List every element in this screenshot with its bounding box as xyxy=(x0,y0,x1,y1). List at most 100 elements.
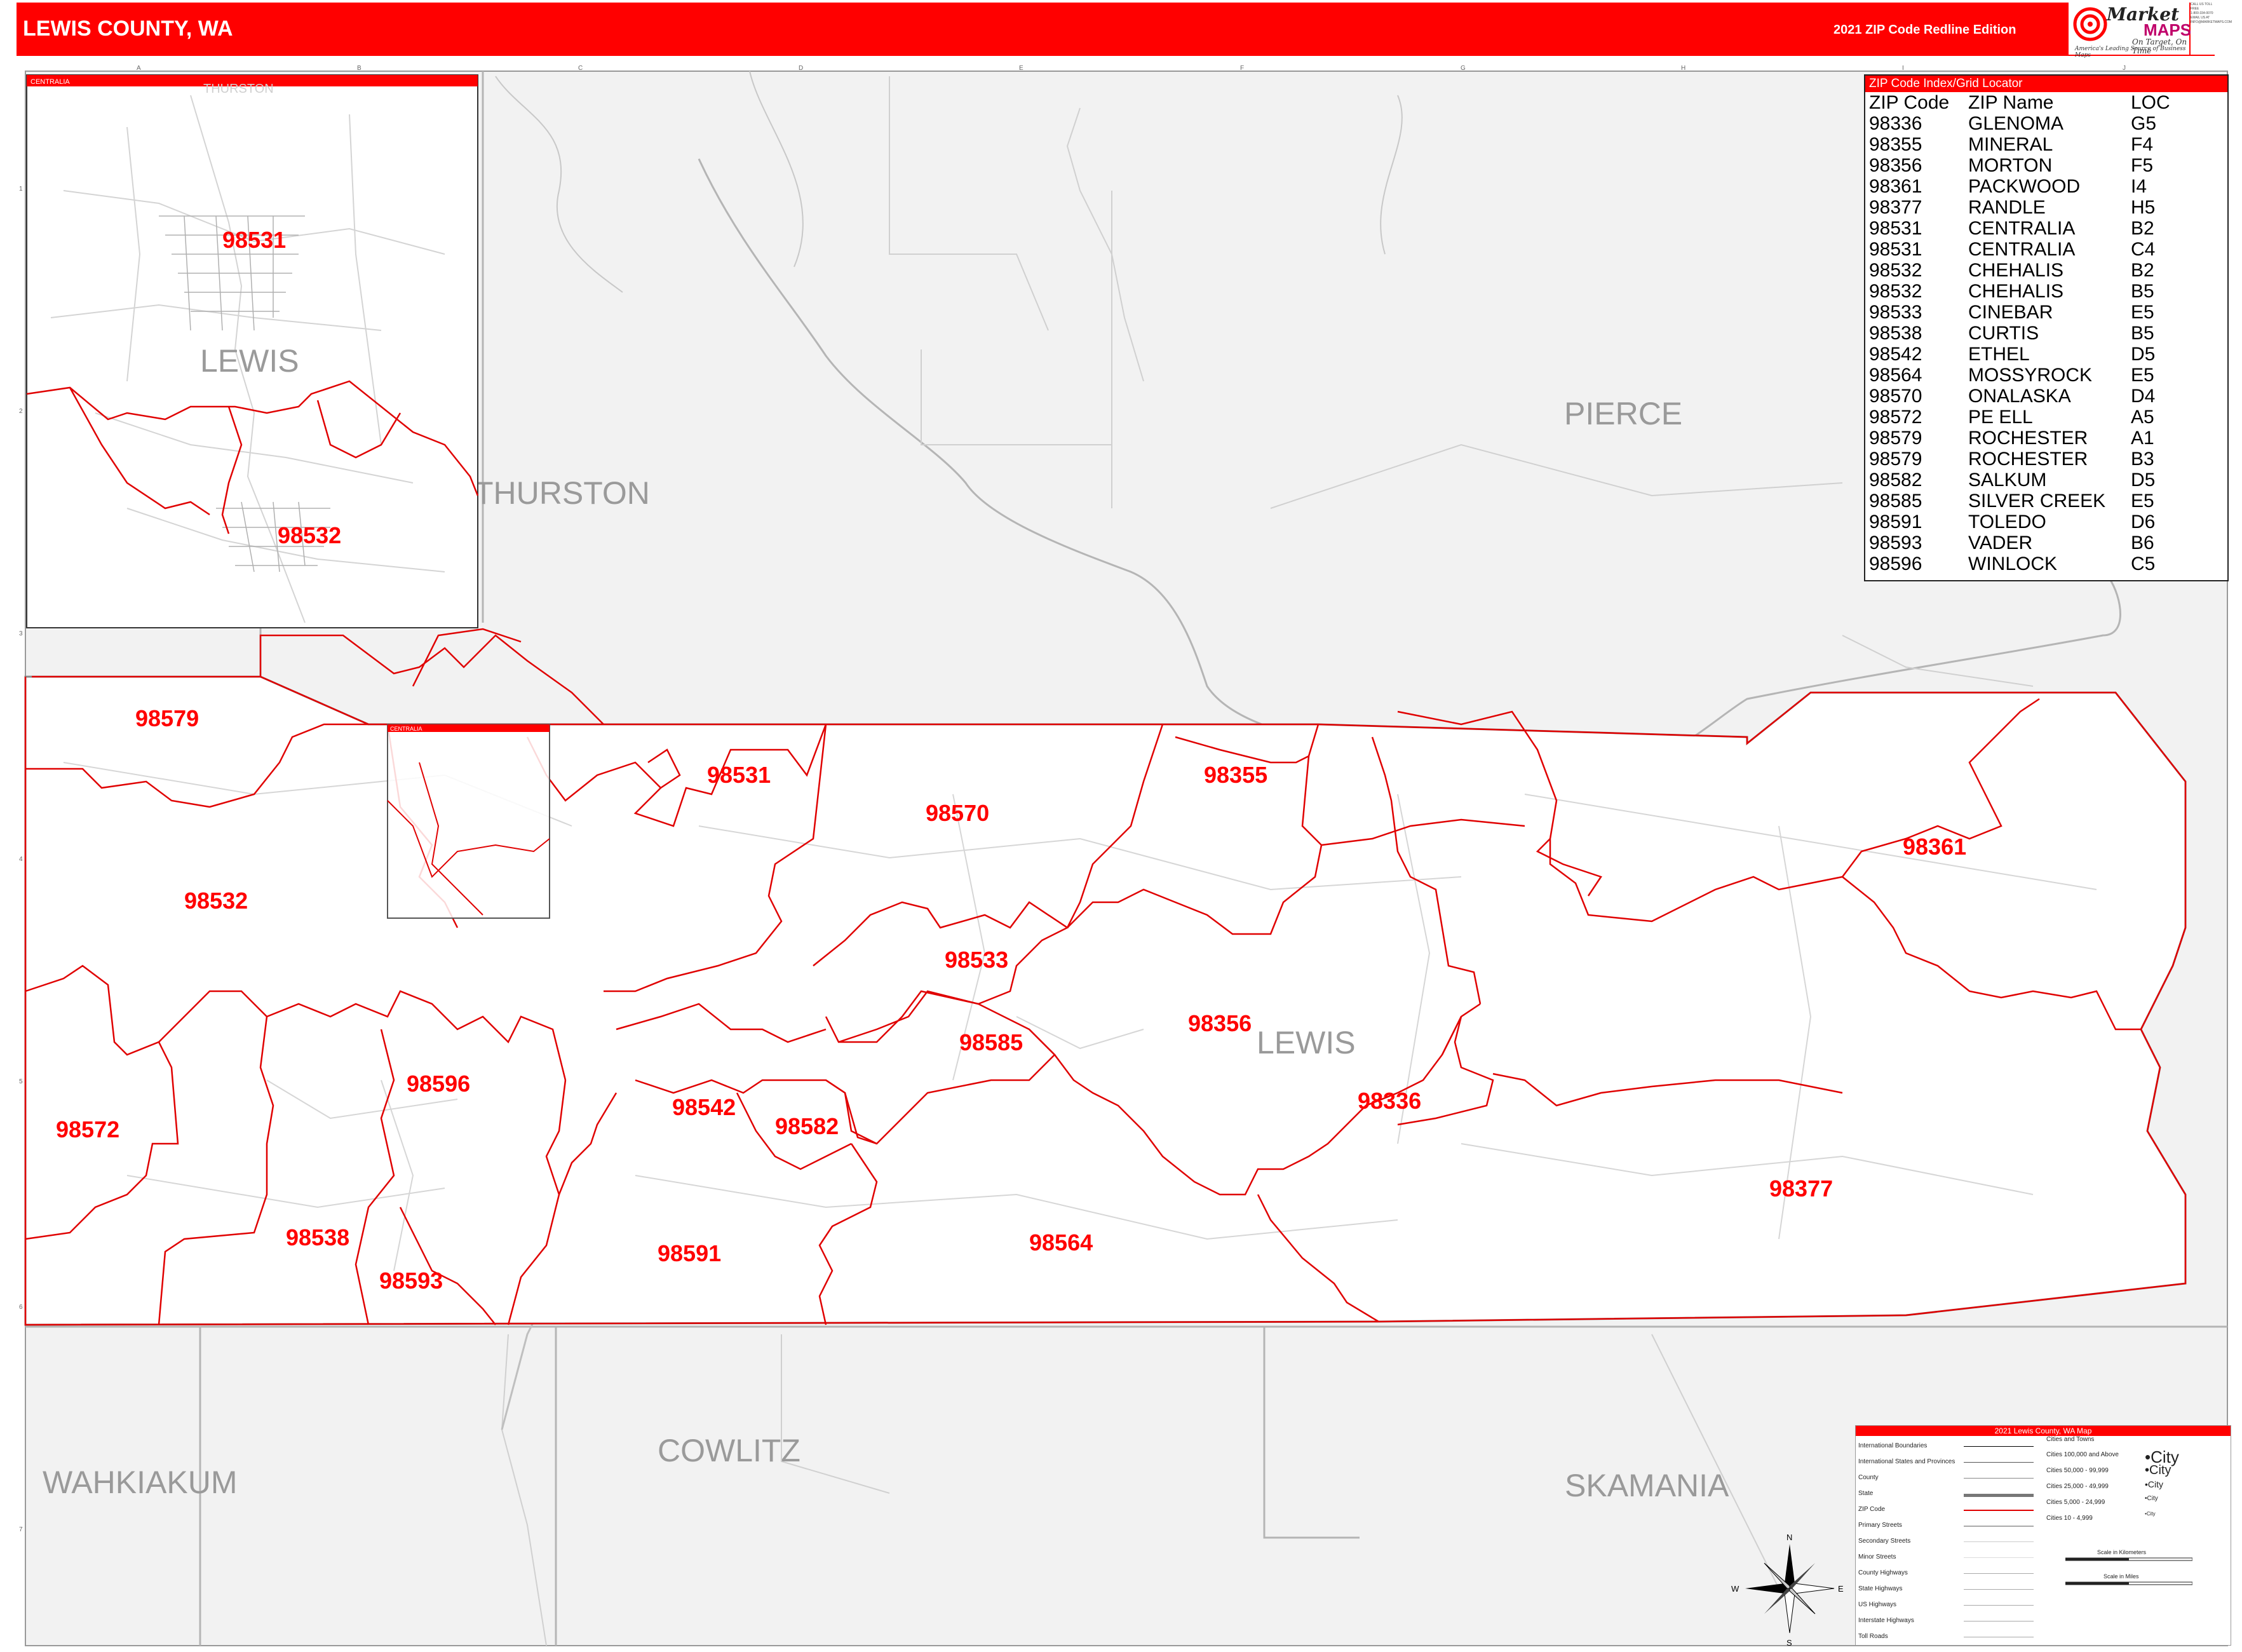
legend-line-swatch xyxy=(1964,1605,2034,1606)
legend-city-sample: •City xyxy=(2145,1463,2171,1478)
compass-s: S xyxy=(1786,1638,1792,1648)
legend-line-swatch xyxy=(1964,1541,2034,1542)
grid-row-7: 7 xyxy=(19,1526,23,1533)
legend-city-sample: •City xyxy=(2145,1511,2156,1517)
zip-index-row: 98538 CURTIS B5 xyxy=(1865,323,2227,344)
legend-city-sample: •City xyxy=(2145,1479,2163,1489)
zip-index-name: PACKWOOD xyxy=(1968,176,2081,197)
map-edition: 2021 ZIP Code Redline Edition xyxy=(1833,23,2016,37)
zip-index-loc: H5 xyxy=(2131,197,2156,218)
zip-index-row: 98579 ROCHESTER A1 xyxy=(1865,428,2227,449)
grid-col-c: C xyxy=(578,65,583,72)
zip-index-name: GLENOMA xyxy=(1968,113,2064,134)
legend-line-label: ZIP Code xyxy=(1858,1506,1886,1513)
zip-index-row: 98532 CHEHALIS B5 xyxy=(1865,281,2227,302)
zip-index-loc: A1 xyxy=(2131,428,2154,449)
zip-index-title: ZIP Code Index/Grid Locator xyxy=(1865,76,2227,92)
zip-index-name: ROCHESTER xyxy=(1968,428,2088,449)
zip-index-zip: 98591 xyxy=(1869,511,1922,532)
zip-index-zip: 98538 xyxy=(1869,323,1922,344)
legend-city-range: Cities 50,000 - 99,999 xyxy=(2046,1467,2109,1474)
inset-county-text: THURSTON xyxy=(203,82,274,96)
zip-index-name: SILVER CREEK xyxy=(1968,491,2106,511)
legend-scale-km: Scale in Kilometers xyxy=(2097,1549,2147,1555)
zip-index-row: 98532 CHEHALIS B2 xyxy=(1865,260,2227,281)
zip-index-zip: 98585 xyxy=(1869,491,1922,511)
zip-index-loc: F5 xyxy=(2131,155,2154,176)
legend-line-swatch xyxy=(1964,1557,2034,1558)
legend-line-label: International States and Provinces xyxy=(1858,1458,1955,1465)
zip-index-row: 98361 PACKWOOD I4 xyxy=(1865,176,2227,197)
county-label-cowlitz: COWLITZ xyxy=(658,1433,800,1468)
zip-index-name: PE ELL xyxy=(1968,407,2033,428)
zip-index-zip: 98570 xyxy=(1869,386,1922,407)
legend-line-label: State xyxy=(1858,1490,1874,1497)
zip-index-col-zip: ZIP Code xyxy=(1869,92,1950,113)
grid-col-f: F xyxy=(1240,65,1244,72)
zip-index-loc: C5 xyxy=(2131,553,2156,574)
zip-label-98579: 98579 xyxy=(135,705,199,731)
legend-city-sample-text: City xyxy=(2146,1511,2156,1517)
zip-index-name: CHEHALIS xyxy=(1968,281,2064,302)
zip-label-98582: 98582 xyxy=(775,1113,839,1139)
zip-index-row: 98531 CENTRALIA C4 xyxy=(1865,239,2227,260)
logo-subline: America's Leading Source of Business Map… xyxy=(2075,46,2186,58)
legend-line-label: US Highways xyxy=(1858,1601,1897,1608)
zip-index-loc: A5 xyxy=(2131,407,2154,428)
legend-city-range: Cities 5,000 - 24,999 xyxy=(2046,1499,2105,1506)
main-inset-box-title: CENTRALIA xyxy=(390,726,422,732)
zip-index-name: MOSSYROCK xyxy=(1968,365,2093,386)
contact-info: CALL US TOLL FREE 1-800-334-0070 EMAIL U… xyxy=(2191,3,2232,55)
zip-index-row: 98356 MORTON F5 xyxy=(1865,155,2227,176)
legend-line-swatch xyxy=(1964,1446,2034,1447)
zip-index-zip: 98564 xyxy=(1869,365,1922,386)
legend-line-label: International Boundaries xyxy=(1858,1442,1928,1449)
zip-index-row: 98570 ONALASKA D4 xyxy=(1865,386,2227,407)
legend-city-range: Cities 25,000 - 49,999 xyxy=(2046,1483,2109,1490)
zip-index-zip: 98579 xyxy=(1869,428,1922,449)
zip-label-98533: 98533 xyxy=(945,947,1008,973)
zip-index-loc: B5 xyxy=(2131,323,2154,344)
legend-cities-header: Cities and Towns xyxy=(2046,1436,2095,1443)
zip-index-loc: D5 xyxy=(2131,470,2156,491)
header-bar: LEWIS COUNTY, WA 2021 ZIP Code Redline E… xyxy=(17,3,2215,56)
zip-index-name: CHEHALIS xyxy=(1968,260,2064,281)
legend-line-swatch xyxy=(1964,1510,2034,1511)
county-label-thurston: THURSTON xyxy=(474,475,650,511)
legend-line-swatch xyxy=(1964,1494,2034,1497)
zip-index-row: 98542 ETHEL D5 xyxy=(1865,344,2227,365)
zip-index-name: VADER xyxy=(1968,532,2033,553)
legend-line-swatch xyxy=(1964,1526,2034,1527)
zip-index-loc: D6 xyxy=(2131,511,2156,532)
zip-index-row: 98531 CENTRALIA B2 xyxy=(1865,218,2227,239)
legend-line-swatch xyxy=(1964,1621,2034,1622)
grid-col-a: A xyxy=(137,65,141,72)
grid-row-2: 2 xyxy=(19,408,23,415)
grid-col-d: D xyxy=(799,65,803,72)
map-title: LEWIS COUNTY, WA xyxy=(23,17,233,41)
market-maps-logo: Market MAPS On Target, On Time America's… xyxy=(2069,3,2191,58)
zip-index-name: RANDLE xyxy=(1968,197,2046,218)
contact-line-3: EMAIL US AT xyxy=(2191,16,2210,20)
grid-col-b: B xyxy=(357,65,361,72)
legend-scale-mi: Scale in Miles xyxy=(2104,1573,2139,1580)
zip-index-row: 98579 ROCHESTER B3 xyxy=(1865,449,2227,470)
legend-line-swatch xyxy=(1964,1573,2034,1574)
zip-index-row: 98593 VADER B6 xyxy=(1865,532,2227,553)
zip-label-98593: 98593 xyxy=(379,1268,443,1294)
zip-index-loc: B3 xyxy=(2131,449,2154,470)
county-label-pierce: PIERCE xyxy=(1564,396,1682,431)
zip-label-98361: 98361 xyxy=(1903,834,1966,860)
zip-index-zip: 98356 xyxy=(1869,155,1922,176)
zip-index-loc: B2 xyxy=(2131,260,2154,281)
zip-label-98377: 98377 xyxy=(1769,1175,1833,1202)
zip-index-zip: 98596 xyxy=(1869,553,1922,574)
zip-index-loc: F4 xyxy=(2131,134,2154,155)
zip-index-zip: 98532 xyxy=(1869,260,1922,281)
zip-index-loc: D4 xyxy=(2131,386,2156,407)
zip-index-row: 98336 GLENOMA G5 xyxy=(1865,113,2227,134)
centralia-inset: CENTRALIA THURSTON 98531 LEWIS 98532 xyxy=(26,74,479,628)
zip-index-panel: ZIP Code Index/Grid Locator ZIP Code ZIP… xyxy=(1864,74,2229,581)
legend-line-label: County xyxy=(1858,1474,1879,1481)
zip-index-zip: 98377 xyxy=(1869,197,1922,218)
